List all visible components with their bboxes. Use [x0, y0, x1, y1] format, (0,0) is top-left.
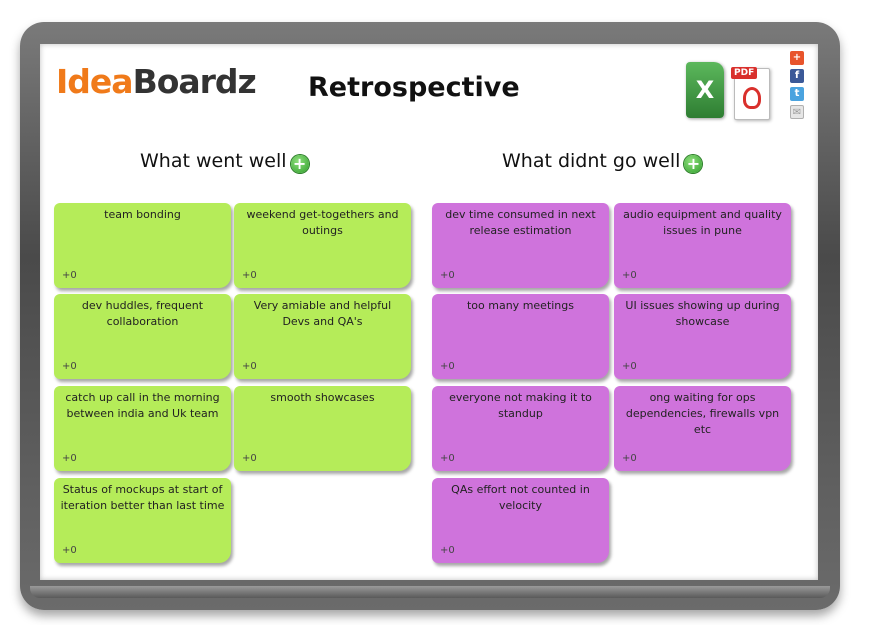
sticky-note[interactable]: catch up call in the morning between ind…	[54, 386, 231, 471]
vote-count[interactable]: +0	[622, 268, 637, 284]
acrobat-icon	[743, 87, 761, 109]
note-text: Status of mockups at start of iteration …	[60, 483, 225, 512]
vote-count[interactable]: +0	[62, 451, 77, 467]
note-text: ong waiting for ops dependencies, firewa…	[625, 391, 780, 436]
column-header-went-well: What went well +	[140, 150, 309, 173]
sticky-note[interactable]: dev huddles, frequent collaboration +0	[54, 294, 231, 379]
vote-count[interactable]: +0	[622, 359, 637, 375]
sticky-note[interactable]: weekend get-togethers and outings +0	[234, 203, 411, 288]
vote-count[interactable]: +0	[242, 359, 257, 375]
sticky-note[interactable]: audio equipment and quality issues in pu…	[614, 203, 791, 288]
note-text: weekend get-togethers and outings	[246, 208, 399, 237]
vote-count[interactable]: +0	[622, 451, 637, 467]
note-text: dev huddles, frequent collaboration	[81, 299, 204, 328]
ideaboardz-logo[interactable]: IdeaBoardz	[56, 62, 257, 101]
sticky-note[interactable]: smooth showcases +0	[234, 386, 411, 471]
vote-count[interactable]: +0	[242, 451, 257, 467]
note-text: audio equipment and quality issues in pu…	[623, 208, 782, 237]
note-text: catch up call in the morning between ind…	[65, 391, 220, 420]
note-text: dev time consumed in next release estima…	[445, 208, 596, 237]
note-text: UI issues showing up during showcase	[625, 299, 780, 328]
twitter-icon[interactable]: t	[790, 87, 804, 101]
facebook-icon[interactable]: f	[790, 69, 804, 83]
sticky-note[interactable]: Status of mockups at start of iteration …	[54, 478, 231, 563]
sticky-note[interactable]: dev time consumed in next release estima…	[432, 203, 609, 288]
share-bar: + f t ✉	[790, 51, 804, 123]
sticky-note[interactable]: team bonding +0	[54, 203, 231, 288]
sticky-note[interactable]: everyone not making it to standup +0	[432, 386, 609, 471]
vote-count[interactable]: +0	[242, 268, 257, 284]
pdf-export-icon[interactable]: PDF	[731, 67, 770, 120]
logo-boardz: Boardz	[132, 62, 257, 101]
excel-export-icon[interactable]: X	[686, 62, 724, 118]
pdf-label: PDF	[731, 67, 758, 79]
sticky-note[interactable]: too many meetings +0	[432, 294, 609, 379]
sticky-note[interactable]: Very amiable and helpful Devs and QA's +…	[234, 294, 411, 379]
logo-idea: Idea	[56, 62, 134, 101]
note-text: too many meetings	[466, 299, 574, 312]
vote-count[interactable]: +0	[62, 543, 77, 559]
vote-count[interactable]: +0	[62, 359, 77, 375]
whiteboard-ledge	[30, 586, 830, 598]
note-text: Very amiable and helpful Devs and QA's	[253, 299, 392, 328]
vote-count[interactable]: +0	[440, 268, 455, 284]
note-text: everyone not making it to standup	[449, 391, 592, 420]
sticky-note[interactable]: ong waiting for ops dependencies, firewa…	[614, 386, 791, 471]
column-header-didnt-go-well: What didnt go well +	[502, 150, 703, 173]
vote-count[interactable]: +0	[440, 543, 455, 559]
vote-count[interactable]: +0	[62, 268, 77, 284]
vote-count[interactable]: +0	[440, 359, 455, 375]
sticky-note[interactable]: QAs effort not counted in velocity +0	[432, 478, 609, 563]
board-title: Retrospective	[308, 72, 520, 103]
sticky-note[interactable]: UI issues showing up during showcase +0	[614, 294, 791, 379]
note-text: QAs effort not counted in velocity	[451, 483, 590, 512]
add-note-icon[interactable]: +	[684, 155, 703, 173]
add-note-icon[interactable]: +	[290, 155, 309, 173]
note-text: team bonding	[104, 208, 181, 221]
share-add-icon[interactable]: +	[790, 51, 804, 65]
column-title: What didnt go well	[502, 150, 681, 172]
email-icon[interactable]: ✉	[790, 105, 804, 119]
column-title: What went well	[140, 150, 287, 172]
note-text: smooth showcases	[270, 391, 375, 404]
vote-count[interactable]: +0	[440, 451, 455, 467]
